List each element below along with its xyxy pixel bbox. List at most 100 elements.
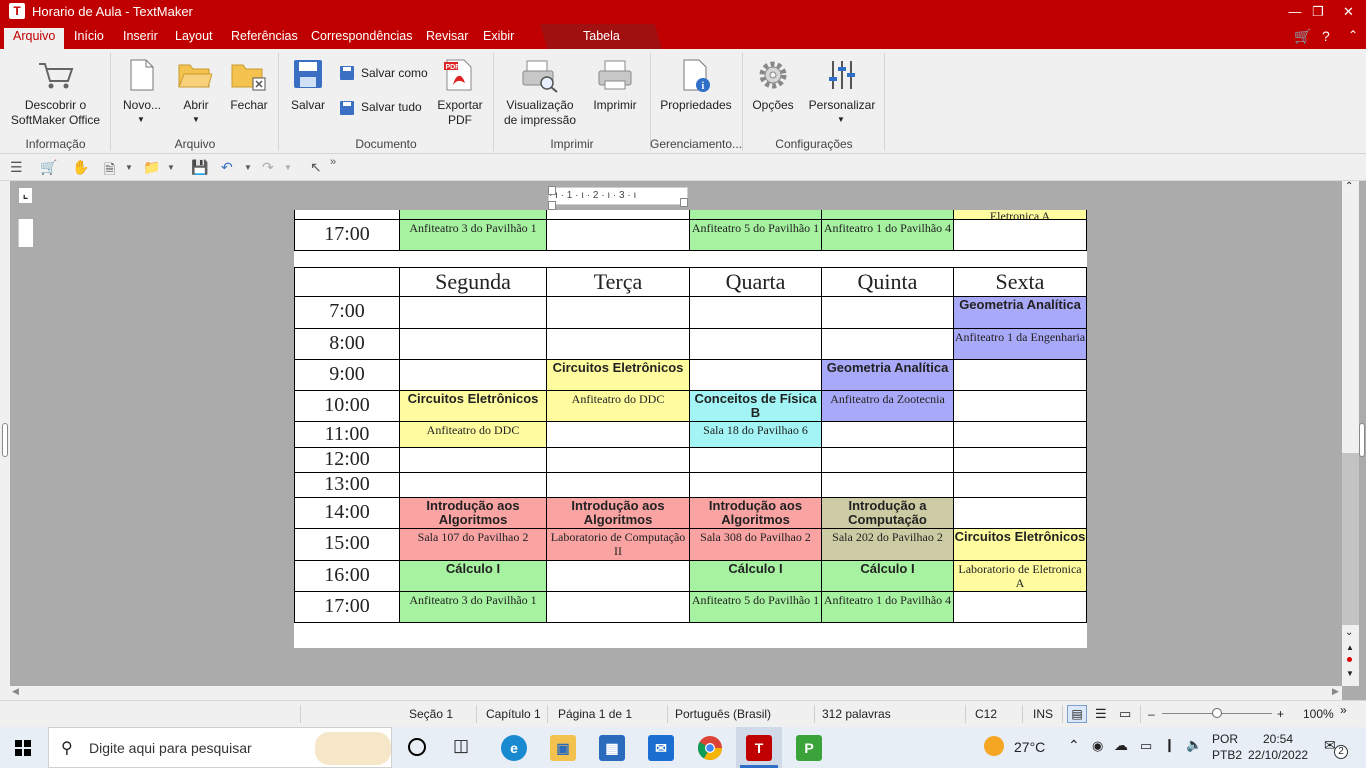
subject-cell[interactable]: Introdução aos Algoritmos [546, 497, 690, 529]
empty-cell[interactable] [953, 359, 1087, 391]
cart-icon[interactable]: 🛒 [1294, 28, 1311, 45]
scroll-left-icon[interactable]: ◀ [12, 686, 19, 697]
salvar-como-button[interactable]: Salvar como [361, 66, 428, 81]
planmaker-taskbar-icon[interactable]: P [796, 735, 822, 761]
file-explorer-icon[interactable]: ▣ [550, 735, 576, 761]
subject-cell[interactable]: Cálculo I [399, 560, 547, 592]
mail-icon[interactable]: ✉ [648, 735, 674, 761]
salvar-tudo-button[interactable]: Salvar tudo [361, 100, 422, 115]
room-cell[interactable]: Anfiteatro do DDC [546, 390, 690, 422]
clock-time[interactable]: 20:54 [1263, 732, 1293, 746]
tab-correspondencias[interactable]: Correspondências [303, 28, 420, 49]
empty-cell[interactable] [399, 296, 547, 329]
redo-icon[interactable]: ↷ [262, 159, 274, 176]
time-cell[interactable]: 11:00 [294, 421, 400, 448]
clock-date[interactable]: 22/10/2022 [1248, 748, 1308, 762]
empty-cell[interactable] [689, 472, 822, 498]
subject-cell[interactable]: Geometria Analítica [953, 296, 1087, 329]
schedule-table-fragment[interactable]: Eletronica A 17:00 Anfiteatro 3 do Pavil… [294, 210, 1087, 251]
subject-cell[interactable]: Introdução aos Algoritmos [399, 497, 547, 529]
language-status[interactable]: Português (Brasil) [675, 707, 771, 721]
cart-icon[interactable] [36, 59, 74, 91]
empty-cell[interactable] [953, 390, 1087, 422]
hand-icon[interactable]: ✋ [72, 159, 89, 176]
chevron-down-icon[interactable]: ▼ [284, 163, 292, 172]
language-indicator-top[interactable]: POR [1212, 732, 1238, 746]
insert-mode-status[interactable]: INS [1033, 707, 1053, 721]
time-cell[interactable]: 7:00 [294, 296, 400, 329]
cut-off-cell-text[interactable]: Eletronica A [953, 210, 1087, 220]
printer-icon[interactable] [597, 59, 633, 91]
room-cell[interactable]: Sala 308 do Pavilhao 2 [689, 528, 822, 561]
room-cell[interactable]: Anfiteatro 1 da Engenharia [953, 328, 1087, 360]
new-document-icon[interactable] [129, 59, 155, 91]
print-preview-icon[interactable] [521, 59, 559, 93]
tab-exibir[interactable]: Exibir [475, 28, 522, 49]
draft-view-icon[interactable]: ☰ [1095, 706, 1107, 722]
weather-temperature[interactable]: 27°C [1014, 739, 1045, 755]
room-cell[interactable]: Anfiteatro 1 do Pavilhão 4 [821, 218, 954, 251]
empty-cell[interactable] [689, 359, 822, 391]
room-cell[interactable]: Anfiteatro 5 do Pavilhão 1 [689, 591, 822, 623]
opcoes-button[interactable]: Opções [750, 98, 796, 113]
empty-cell[interactable] [821, 296, 954, 329]
empty-cell[interactable] [546, 296, 690, 329]
chrome-icon[interactable] [697, 735, 723, 761]
tab-revisar[interactable]: Revisar [418, 28, 476, 49]
save-as-icon[interactable] [339, 65, 355, 81]
help-icon[interactable]: ? [1322, 28, 1330, 44]
horizontal-scrollbar[interactable]: ◀ ▶ [10, 686, 1342, 700]
close-button[interactable]: ✕ [1331, 0, 1366, 24]
outline-view-icon[interactable]: ▭ [1119, 706, 1131, 722]
subject-cell[interactable]: Introdução aos Algoritmos [689, 497, 822, 529]
subject-cell[interactable]: Circuitos Eletrônicos [953, 528, 1087, 561]
schedule-table[interactable]: Segunda Terça Quarta Quinta Sexta 7:00 Ge… [294, 267, 1087, 623]
empty-cell[interactable] [821, 472, 954, 498]
tab-inserir[interactable]: Inserir [115, 28, 166, 49]
empty-cell[interactable] [953, 591, 1087, 623]
empty-cell[interactable] [399, 359, 547, 391]
save-icon[interactable]: 💾 [191, 159, 208, 176]
right-indent-marker[interactable] [680, 198, 688, 207]
left-pane-handle[interactable] [2, 423, 8, 457]
textmaker-app-icon[interactable]: T [9, 3, 25, 19]
undo-icon[interactable]: ↶ [221, 159, 233, 176]
subject-cell[interactable]: Introdução a Computação [821, 497, 954, 529]
open-folder-icon[interactable] [178, 61, 212, 89]
empty-cell[interactable] [953, 447, 1087, 473]
subject-cell[interactable]: Circuitos Eletrônicos [399, 390, 547, 422]
cart-icon[interactable]: 🛒 [40, 159, 57, 176]
day-header[interactable]: Terça [546, 267, 690, 297]
select-arrow-icon[interactable]: ↖ [310, 159, 322, 176]
taskbar-search-box[interactable]: ⚲ Digite aqui para pesquisar [48, 727, 392, 768]
empty-cell[interactable] [689, 296, 822, 329]
room-cell[interactable]: Anfiteatro 3 do Pavilhão 1 [399, 591, 547, 623]
page-status[interactable]: Página 1 de 1 [558, 707, 632, 721]
time-cell[interactable]: 13:00 [294, 472, 400, 498]
scroll-thumb[interactable] [1342, 453, 1359, 625]
exportar-pdf-button[interactable]: Exportar PDF [434, 98, 486, 128]
chapter-status[interactable]: Capítulo 1 [486, 707, 541, 721]
word-count-status[interactable]: 312 palavras [822, 707, 891, 721]
zoom-slider-thumb[interactable] [1212, 708, 1222, 718]
section-status[interactable]: Seção 1 [409, 707, 453, 721]
time-cell[interactable]: 12:00 [294, 447, 400, 473]
cortana-icon[interactable] [408, 738, 426, 756]
empty-cell[interactable] [821, 447, 954, 473]
document-page[interactable]: Eletronica A 17:00 Anfiteatro 3 do Pavil… [294, 210, 1087, 648]
header-corner-cell[interactable] [294, 267, 400, 297]
empty-cell[interactable] [953, 497, 1087, 529]
tab-stop-selector[interactable]: ⌞ [18, 187, 33, 204]
personalizar-button[interactable]: Personalizar [808, 98, 876, 113]
abrir-button[interactable]: Abrir [178, 98, 214, 113]
properties-icon[interactable]: i [682, 59, 712, 93]
propriedades-button[interactable]: Propriedades [659, 98, 733, 113]
room-cell[interactable]: Sala 18 do Pavilhao 6 [689, 421, 822, 448]
room-cell[interactable]: Anfiteatro 5 do Pavilhão 1 [689, 218, 822, 251]
hanging-indent-marker[interactable] [548, 201, 556, 210]
empty-cell[interactable] [546, 328, 690, 360]
task-view-icon[interactable]: ◫ [453, 736, 469, 756]
fechar-button[interactable]: Fechar [228, 98, 270, 113]
browse-object-icon[interactable] [1347, 657, 1352, 662]
close-folder-icon[interactable] [231, 61, 267, 91]
